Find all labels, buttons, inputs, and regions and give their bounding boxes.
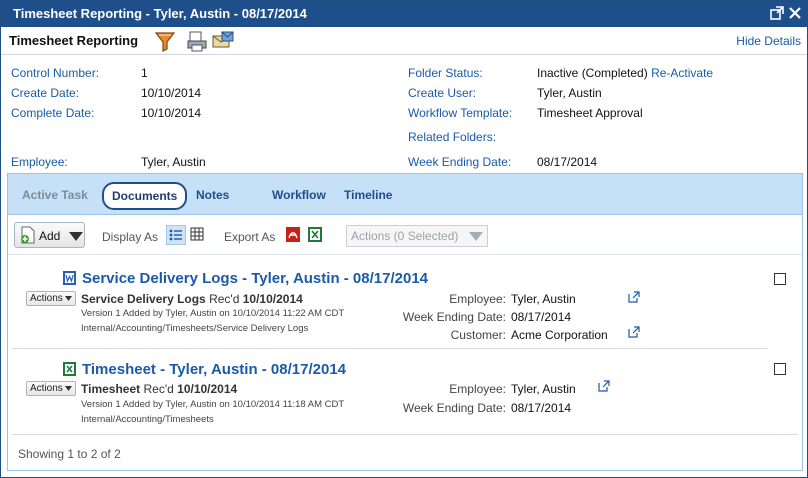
add-button[interactable]: Add <box>14 222 85 248</box>
document-title-link[interactable]: Timesheet - Tyler, Austin - 08/17/2014 <box>82 361 346 378</box>
doc-customer-label: Customer: <box>450 328 506 342</box>
doc-employee-label: Employee: <box>449 292 506 306</box>
window-titlebar[interactable]: Timesheet Reporting - Tyler, Austin - 08… <box>1 1 807 27</box>
maximize-icon[interactable] <box>769 5 785 21</box>
document-received-line: Service Delivery Logs Rec'd 10/10/2014 <box>81 292 303 306</box>
external-link-icon[interactable] <box>628 326 640 338</box>
folder-toolbar: Timesheet Reporting Hide Details <box>1 27 807 55</box>
document-recd-label: Rec'd <box>209 292 240 306</box>
related-folders-label: Related Folders: <box>408 130 497 144</box>
create-date-label: Create Date: <box>11 86 80 100</box>
document-path: Internal/Accounting/Timesheets/Service D… <box>81 323 309 334</box>
document-type: Timesheet <box>81 382 141 396</box>
doc-week-ending-label: Week Ending Date: <box>402 310 506 324</box>
row-divider <box>12 434 798 435</box>
tab-workflow[interactable]: Workflow <box>272 188 326 202</box>
chevron-down-icon <box>469 232 483 241</box>
tab-documents[interactable]: Documents <box>102 182 188 210</box>
grid-view-icon[interactable] <box>190 227 204 241</box>
document-received-line: Timesheet Rec'd 10/10/2014 <box>81 382 237 396</box>
doc-week-ending-value: 08/17/2014 <box>511 310 572 324</box>
create-date-value: 10/10/2014 <box>141 86 202 100</box>
complete-date-value: 10/10/2014 <box>141 106 202 120</box>
export-as-label: Export As <box>224 230 276 244</box>
document-path: Internal/Accounting/Timesheets <box>81 414 214 425</box>
document-select-checkbox[interactable] <box>774 273 786 285</box>
documents-toolbar: Add Display As Export As Actions (0 Sele… <box>8 215 802 255</box>
control-number-value: 1 <box>141 66 148 80</box>
document-actions-label: Actions <box>30 383 63 394</box>
filter-icon[interactable] <box>153 29 177 53</box>
workflow-template-label: Workflow Template: <box>408 106 513 120</box>
excel-export-icon[interactable] <box>308 227 322 242</box>
folder-status-text: Inactive (Completed) <box>537 66 648 80</box>
reactivate-link[interactable]: Re-Activate <box>651 66 713 80</box>
employee-label: Employee: <box>11 155 68 169</box>
document-actions-button[interactable]: Actions <box>26 381 76 396</box>
print-icon[interactable] <box>185 29 209 53</box>
excel-document-icon <box>63 362 76 376</box>
display-as-label: Display As <box>102 230 159 244</box>
external-link-icon[interactable] <box>598 380 610 392</box>
add-button-label: Add <box>39 229 61 243</box>
window-title: Timesheet Reporting - Tyler, Austin - 08… <box>13 6 307 21</box>
document-version-info: Version 1 Added by Tyler, Austin on 10/1… <box>81 399 345 410</box>
tab-active-task[interactable]: Active Task <box>22 188 88 202</box>
doc-employee-value: Tyler, Austin <box>511 292 576 306</box>
create-user-value: Tyler, Austin <box>537 86 602 100</box>
week-ending-value: 08/17/2014 <box>537 155 598 169</box>
document-recd-date: 10/10/2014 <box>177 382 238 396</box>
bulk-actions-label: Actions (0 Selected) <box>351 229 459 243</box>
document-type: Service Delivery Logs <box>81 292 206 306</box>
hide-details-link[interactable]: Hide Details <box>736 34 801 48</box>
documents-panel: Add Display As Export As Actions (0 Sele… <box>7 215 803 471</box>
chevron-down-icon <box>69 232 83 241</box>
add-document-icon <box>21 226 35 244</box>
external-link-icon[interactable] <box>628 291 640 303</box>
row-divider <box>12 348 768 349</box>
list-view-icon[interactable] <box>166 225 186 245</box>
tab-timeline[interactable]: Timeline <box>344 188 392 202</box>
document-actions-label: Actions <box>30 293 63 304</box>
folder-status-value: Inactive (Completed) Re-Activate <box>537 66 713 80</box>
doc-week-ending-value: 08/17/2014 <box>511 401 572 415</box>
document-title-link[interactable]: Service Delivery Logs - Tyler, Austin - … <box>82 270 428 287</box>
email-icon[interactable] <box>211 29 235 53</box>
doc-employee-value: Tyler, Austin <box>511 382 576 396</box>
chevron-down-icon <box>65 386 72 391</box>
document-select-checkbox[interactable] <box>774 363 786 375</box>
folder-tabs: Active Task Documents Notes Workflow Tim… <box>7 173 803 215</box>
workflow-template-value: Timesheet Approval <box>537 106 643 120</box>
doc-employee-label: Employee: <box>449 382 506 396</box>
document-version-info: Version 1 Added by Tyler, Austin on 10/1… <box>81 308 345 319</box>
chevron-down-icon <box>65 296 72 301</box>
pagination-status: Showing 1 to 2 of 2 <box>18 447 121 461</box>
doc-customer-value: Acme Corporation <box>511 328 608 342</box>
employee-value: Tyler, Austin <box>141 155 206 169</box>
control-number-label: Control Number: <box>11 66 100 80</box>
doc-week-ending-label: Week Ending Date: <box>402 401 506 415</box>
document-actions-button[interactable]: Actions <box>26 291 76 306</box>
document-recd-date: 10/10/2014 <box>242 292 303 306</box>
create-user-label: Create User: <box>408 86 477 100</box>
tab-notes[interactable]: Notes <box>196 188 229 202</box>
timesheet-window: Timesheet Reporting - Tyler, Austin - 08… <box>0 0 808 478</box>
week-ending-label: Week Ending Date: <box>408 155 512 169</box>
pdf-export-icon[interactable] <box>286 227 300 242</box>
toolbar-title: Timesheet Reporting <box>9 33 139 48</box>
folder-status-label: Folder Status: <box>408 66 483 80</box>
document-recd-label: Rec'd <box>143 382 174 396</box>
close-icon[interactable] <box>787 5 803 21</box>
word-document-icon <box>63 271 76 285</box>
complete-date-label: Complete Date: <box>11 106 95 120</box>
bulk-actions-select[interactable]: Actions (0 Selected) <box>346 225 488 247</box>
